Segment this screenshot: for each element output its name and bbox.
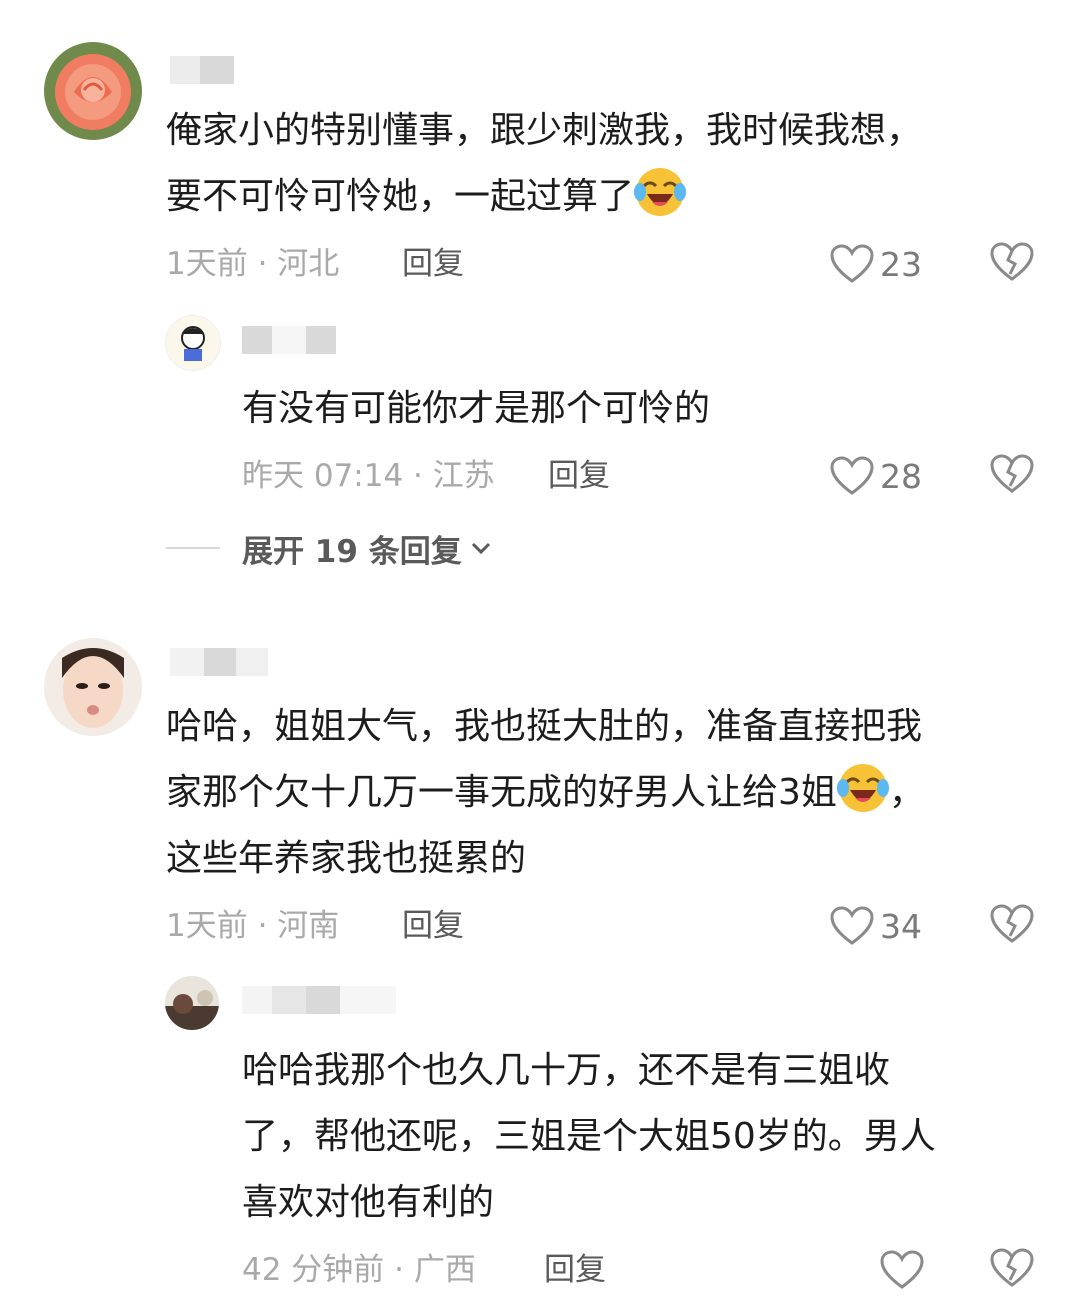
reply-button[interactable]: 回复 (544, 1250, 606, 1290)
photo-avatar-image (165, 976, 219, 1030)
expand-replies-button[interactable]: 展开 19 条回复 (166, 528, 494, 570)
comment-text: 俺家小的特别懂事，跟少刺激我，我时候我想， 要不可怜可怜她，一起过算了 (166, 110, 923, 218)
like-button[interactable]: 28 (830, 454, 922, 498)
laugh-cry-emoji-icon (634, 166, 687, 218)
broken-heart-icon (990, 904, 1034, 943)
heart-icon (830, 906, 874, 945)
like-button[interactable] (880, 1248, 924, 1292)
reply-text: 有没有可能你才是那个可怜的 (242, 388, 711, 429)
broken-heart-icon (990, 1248, 1034, 1287)
like-count: 23 (880, 244, 922, 284)
like-button[interactable]: 23 (830, 242, 922, 286)
laugh-cry-emoji-icon (836, 762, 889, 814)
divider (166, 547, 220, 549)
heart-icon (830, 244, 874, 283)
like-button[interactable]: 34 (830, 904, 922, 948)
reply-button[interactable]: 回复 (548, 456, 610, 496)
expand-replies-label: 展开 19 条回复 (242, 533, 462, 570)
portrait-avatar-image (44, 638, 142, 736)
chevron-down-icon (471, 542, 490, 555)
like-count: 34 (880, 906, 922, 946)
comment-meta: 1天前 · 河南 (166, 908, 340, 944)
comment-text: 哈哈，姐姐大气，我也挺大肚的，准备直接把我 家那个欠十几万一事无成的好男人让给3… (166, 706, 925, 879)
reply-button[interactable]: 回复 (402, 244, 464, 284)
heart-icon (830, 456, 874, 495)
heart-icon (880, 1250, 924, 1289)
avatar[interactable] (165, 976, 219, 1030)
dislike-button[interactable] (990, 454, 1036, 498)
broken-heart-icon (990, 242, 1034, 281)
comment-meta: 1天前 · 河北 (166, 246, 340, 282)
dislike-button[interactable] (990, 242, 1036, 286)
reply-text: 哈哈我那个也久几十万，还不是有三姐收 了，帮他还呢，三姐是个大姐50岁的。男人 … (242, 1050, 936, 1223)
reply-button[interactable]: 回复 (402, 906, 464, 946)
dislike-button[interactable] (990, 1248, 1036, 1292)
avatar[interactable] (44, 638, 142, 736)
avatar[interactable] (44, 42, 142, 140)
broken-heart-icon (990, 454, 1034, 493)
like-count: 28 (880, 456, 922, 496)
reply-meta: 昨天 07:14 · 江苏 (242, 458, 495, 494)
rose-avatar-image (44, 42, 142, 140)
cartoon-avatar-image (166, 316, 220, 370)
username-redacted[interactable] (170, 56, 236, 84)
reply-meta: 42 分钟前 · 广西 (242, 1252, 476, 1288)
username-redacted[interactable] (170, 648, 270, 676)
username-redacted[interactable] (242, 326, 346, 354)
dislike-button[interactable] (990, 904, 1036, 948)
username-redacted[interactable] (242, 986, 398, 1014)
avatar[interactable] (165, 315, 221, 371)
